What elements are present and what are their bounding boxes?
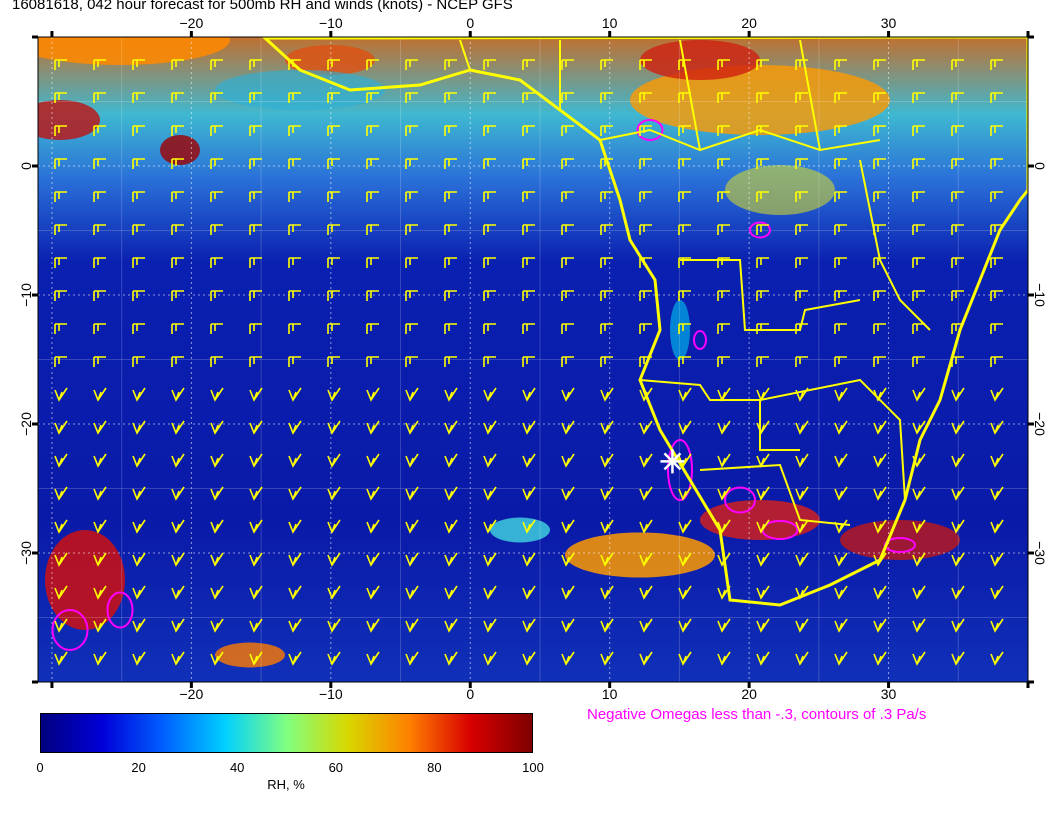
lon-tick-label: 0 <box>466 686 474 702</box>
lat-tick-label: −30 <box>1032 541 1048 565</box>
lon-labels-top: −20 −10 0 10 20 30 <box>180 15 897 31</box>
lat-labels-right: 0 −10 −20 −30 <box>1032 162 1048 565</box>
rh-region <box>670 300 690 360</box>
colorbar-tick-label: 60 <box>328 760 344 775</box>
lon-tick-label: 10 <box>602 686 618 702</box>
lon-tick-label: −10 <box>319 15 343 31</box>
lon-tick-label: −20 <box>180 15 204 31</box>
rh-wind-map: −20 −10 0 10 20 30 −20 −10 0 10 20 30 0 −10 −20 −30 0… <box>18 15 1048 702</box>
lon-tick-label: 10 <box>602 15 618 31</box>
rh-region <box>38 100 100 140</box>
lat-tick-label: −20 <box>1032 412 1048 436</box>
lat-tick-label: 0 <box>1032 162 1048 170</box>
rh-colorbar <box>40 713 533 753</box>
colorbar-tick-label: 100 <box>522 760 544 775</box>
rh-region <box>640 40 760 80</box>
rh-region <box>45 530 125 630</box>
lat-tick-label: −10 <box>18 283 34 307</box>
lon-tick-label: 20 <box>741 686 757 702</box>
lon-labels-bottom: −20 −10 0 10 20 30 <box>180 686 897 702</box>
colorbar-tick-label: 20 <box>131 760 146 775</box>
lon-tick-label: 20 <box>741 15 757 31</box>
lon-tick-label: −10 <box>319 686 343 702</box>
lat-tick-label: −20 <box>18 412 34 436</box>
lon-tick-label: −20 <box>180 686 204 702</box>
lat-labels-left: 0 −10 −20 −30 <box>18 162 34 565</box>
omega-note: Negative Omegas less than -.3, contours … <box>587 706 927 723</box>
rh-region <box>490 517 550 543</box>
lat-tick-label: −10 <box>1032 283 1048 307</box>
colorbar-title: RH, % <box>267 777 305 792</box>
colorbar-tick-label: 0 <box>36 760 44 775</box>
lon-tick-label: 30 <box>881 686 897 702</box>
lon-tick-label: 30 <box>881 15 897 31</box>
colorbar-tick-label: 80 <box>427 760 442 775</box>
rh-region <box>160 135 200 165</box>
rh-region <box>840 520 960 560</box>
colorbar-tick-label: 40 <box>229 760 245 775</box>
lat-tick-label: −30 <box>18 541 34 565</box>
lon-tick-label: 0 <box>466 15 474 31</box>
lat-tick-label: 0 <box>18 162 34 170</box>
